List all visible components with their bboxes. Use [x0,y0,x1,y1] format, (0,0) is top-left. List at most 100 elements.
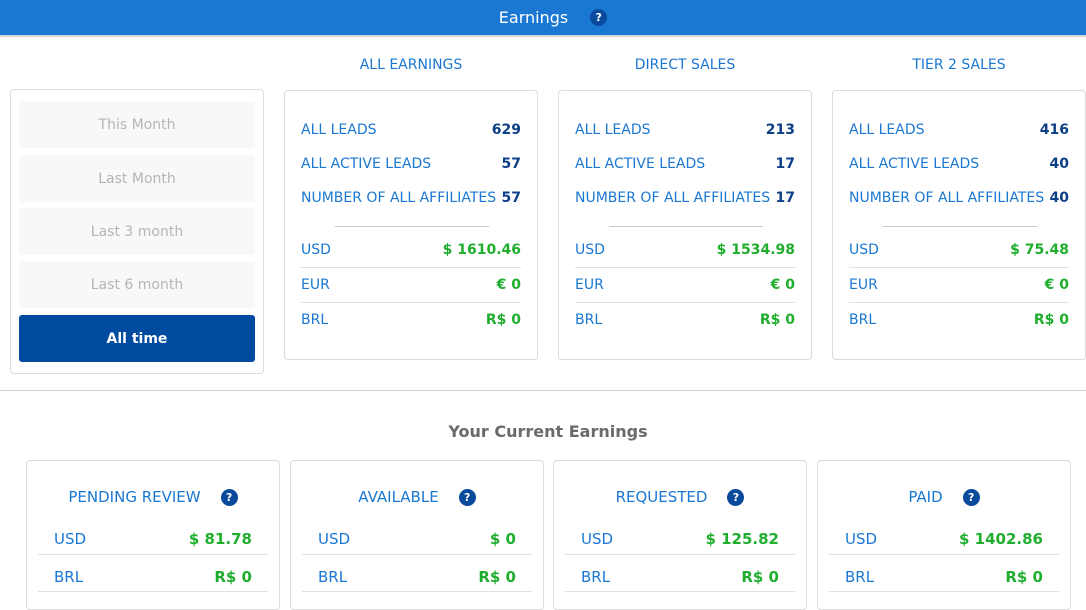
currency-label: USD [318,530,350,548]
stat-label: ALL ACTIVE LEADS [849,156,979,172]
currency-value: $ 75.48 [1010,242,1069,258]
currency-value: $ 1610.46 [443,242,521,258]
stat-label: NUMBER OF ALL AFFILIATES [849,190,1044,206]
all-earnings-card: ALL LEADS 629 ALL ACTIVE LEADS 57 NUMBER O… [284,90,538,360]
stat-row: ALL LEADS 213 [575,122,795,138]
currency-label: BRL [849,312,876,328]
period-last-month-button[interactable]: Last Month [19,155,255,202]
divider [883,226,1037,227]
divider [565,591,795,592]
section-divider [0,390,1086,391]
stat-label: ALL ACTIVE LEADS [301,156,431,172]
currency-row: BRL R$ 0 [54,568,252,586]
current-earnings-title: Your Current Earnings [0,422,1086,441]
currency-row: USD $ 1534.98 [575,232,795,267]
currency-row: USD $ 1610.46 [301,232,521,267]
divider [829,591,1059,592]
pending-review-card: PENDING REVIEW? USD $ 81.78 BRL R$ 0 [26,460,280,610]
currency-label: BRL [301,312,328,328]
currency-row: USD$ 75.48 [849,232,1069,267]
currency-row: BRL R$ 0 [318,568,516,586]
currency-row: BRL R$ 0 [849,302,1069,337]
currency-label: EUR [575,277,604,293]
currency-label: BRL [845,568,874,586]
currency-value: R$ 0 [486,312,521,328]
period-last-6-month-button[interactable]: Last 6 month [19,261,255,308]
stat-row: ALL ACTIVE LEADS 40 [849,156,1069,172]
stat-row: ALL LEADS 629 [301,122,521,138]
currency-value: € 0 [1045,277,1069,293]
currency-label: USD [301,242,331,258]
divider [38,591,268,592]
currency-label: BRL [54,568,83,586]
stat-row: NUMBER OF ALL AFFILIATES17 [575,190,795,206]
currency-row: EUR € 0 [301,267,521,302]
currency-row: EUR € 0 [849,267,1069,302]
stat-value: 40 [1050,190,1069,206]
help-icon[interactable]: ? [459,489,476,506]
card-title: PENDING REVIEW [68,488,200,506]
currency-value: R$ 0 [1034,312,1069,328]
help-icon[interactable]: ? [727,489,744,506]
divider [302,591,532,592]
stat-label: ALL LEADS [849,122,925,138]
currency-value: R$ 0 [214,568,252,586]
stat-value: 629 [492,122,521,138]
stat-label: ALL LEADS [301,122,377,138]
stat-row: ALL LEADS 416 [849,122,1069,138]
currency-label: USD [845,530,877,548]
currency-label: USD [581,530,613,548]
currency-value: $ 81.78 [189,530,252,548]
currency-value: $ 1534.98 [717,242,795,258]
help-icon[interactable]: ? [590,9,607,26]
currency-value: R$ 0 [760,312,795,328]
stat-value: 416 [1040,122,1069,138]
help-icon[interactable]: ? [221,489,238,506]
stat-value: 17 [776,190,795,206]
currency-value: € 0 [771,277,795,293]
currency-value: R$ 0 [741,568,779,586]
currency-value: R$ 0 [478,568,516,586]
period-last-3-month-button[interactable]: Last 3 month [19,208,255,255]
divider [335,226,489,227]
divider [565,554,795,555]
currency-label: BRL [318,568,347,586]
currency-label: BRL [575,312,602,328]
stat-value: 213 [766,122,795,138]
currency-row: USD $ 1402.86 [845,530,1043,548]
stat-value: 57 [502,156,521,172]
divider [302,554,532,555]
divider [38,554,268,555]
stat-label: NUMBER OF ALL AFFILIATES [301,190,496,206]
period-this-month-button[interactable]: This Month [19,101,255,148]
stat-row: NUMBER OF ALL AFFILIATES 40 [849,190,1069,206]
tier-2-sales-card: ALL LEADS 416 ALL ACTIVE LEADS 40 NUMBER O… [832,90,1086,360]
all-earnings-title: ALL EARNINGS [284,57,538,73]
stat-row: NUMBER OF ALL AFFILIATES57 [301,190,521,206]
card-title: REQUESTED [616,488,708,506]
currency-value: $ 1402.86 [959,530,1043,548]
currency-value: $ 0 [490,530,516,548]
currency-row: BRL R$ 0 [301,302,521,337]
currency-label: EUR [301,277,330,293]
period-selector: This Month Last Month Last 3 month Last … [10,89,264,374]
stat-value: 17 [776,156,795,172]
stat-label: ALL LEADS [575,122,651,138]
direct-sales-title: DIRECT SALES [558,57,812,73]
currency-row: USD $ 0 [318,530,516,548]
currency-label: USD [575,242,605,258]
currency-row: USD $ 81.78 [54,530,252,548]
currency-row: BRL R$ 0 [575,302,795,337]
available-card: AVAILABLE? USD$ 0 BRLR$ 0 [290,460,544,610]
help-icon[interactable]: ? [963,489,980,506]
currency-value: € 0 [497,277,521,293]
period-all-time-button[interactable]: All time [19,315,255,362]
stat-value: 40 [1050,156,1069,172]
paid-card: PAID? USD$ 1402.86 BRLR$ 0 [817,460,1071,610]
currency-label: EUR [849,277,878,293]
currency-label: USD [54,530,86,548]
stat-row: ALL ACTIVE LEADS 17 [575,156,795,172]
currency-row: USD$ 125.82 [581,530,779,548]
currency-row: EUR € 0 [575,267,795,302]
stat-label: ALL ACTIVE LEADS [575,156,705,172]
